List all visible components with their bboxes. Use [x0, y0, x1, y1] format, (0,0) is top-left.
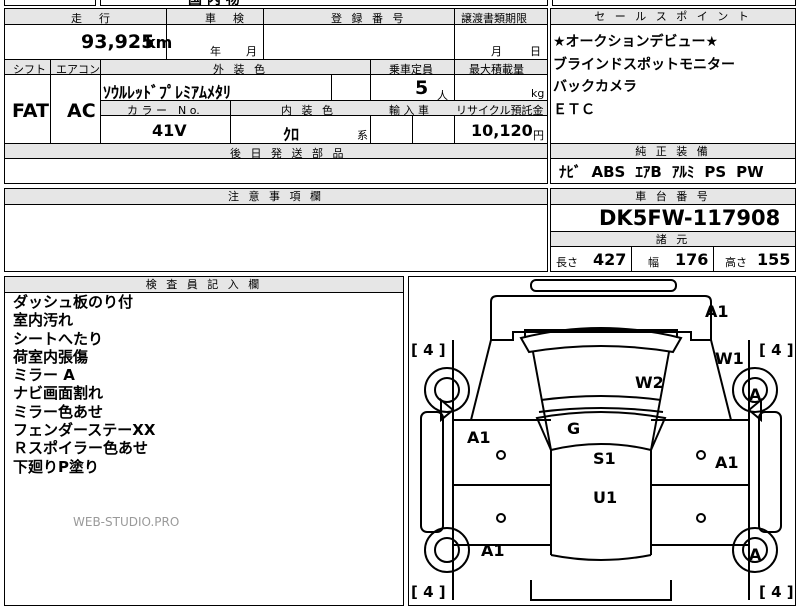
inspector-header: 検 査 員 記 入 欄: [5, 277, 403, 293]
equipment-item: PS: [704, 163, 727, 181]
top-strip: 国 内 物: [0, 0, 800, 8]
damage-mark: S1: [593, 449, 616, 468]
notes-header: 注 意 事 項 欄: [5, 189, 547, 205]
mileage-unit: km: [145, 33, 173, 52]
max-load-unit: kg: [531, 87, 545, 100]
width-label: 幅: [648, 256, 659, 269]
interior-color-label: 内 装 色: [281, 104, 336, 117]
parts-label: 後 日 発 送 部 品: [230, 147, 347, 160]
specs-header: 諸 元: [551, 232, 795, 247]
inspection-month-unit: 月: [246, 45, 257, 58]
tire-mark: [ 4 ]: [411, 583, 446, 601]
damage-mark: A: [749, 385, 762, 404]
sales-points-list: ★オークションデビュー★ ブラインドスポットモニター バックカメラ ＥＴＣ: [553, 31, 735, 121]
tire-mark: [ 4 ]: [411, 341, 446, 359]
notes-box: 注 意 事 項 欄: [4, 188, 548, 272]
equipment-item: ｱﾙﾐ: [671, 163, 695, 181]
length-value: 427: [593, 250, 627, 269]
tire-mark: [ 4 ]: [759, 583, 794, 601]
shift-value: FAT: [12, 100, 49, 122]
sales-point-item: ブラインドスポットモニター: [553, 56, 735, 73]
sales-points-box: セ ー ル ス ポ イ ン ト ★オークションデビュー★ ブラインドスポットモニ…: [550, 8, 796, 184]
damage-mark: A1: [715, 453, 739, 472]
car-diagram-box: A1 W1 W2 A G A1 A1 S1 U1 A1 A [ 4 ] [ 4 …: [408, 276, 796, 606]
inspector-list: ダッシュ板のり付 室内汚れ シートへたり 荷室内張傷 ミラー A ナビ画面割れ …: [13, 293, 155, 476]
recycle-fee-unit: 円: [533, 129, 544, 142]
inspector-item: 室内汚れ: [13, 311, 74, 330]
damage-mark: U1: [593, 488, 618, 507]
equipment-item: PW: [736, 163, 764, 181]
interior-color-unit: 系: [357, 129, 368, 142]
shift-label: シフト: [13, 63, 46, 76]
damage-mark: A1: [481, 541, 505, 560]
sales-point-item: ★オークションデビュー★: [553, 34, 719, 50]
inspector-item: Ｒスポイラー色あせ: [13, 439, 149, 458]
inspector-item: シートへたり: [13, 329, 104, 348]
inspector-item: フェンダーステーXX: [13, 421, 156, 440]
chassis-number: DK5FW-117908: [599, 206, 781, 230]
transfer-month-unit: 月: [491, 45, 502, 58]
interior-color-value: ｸﾛ: [283, 125, 300, 144]
vehicle-info-box: 走 行 車 検 登 録 番 号 譲渡書類期限 93,925 km 年 月 月 日…: [4, 8, 548, 184]
inspector-item: 下廻りP塗り: [13, 457, 99, 476]
length-label: 長さ: [556, 256, 578, 269]
sales-point-item: バックカメラ: [553, 79, 637, 95]
equipment-item: ABS: [591, 163, 626, 181]
capacity-label: 乗車定員: [389, 63, 433, 76]
damage-mark: A1: [705, 302, 729, 321]
watermark: WEB-STUDIO.PRO: [73, 515, 180, 529]
tire-mark: [ 4 ]: [759, 341, 794, 359]
capacity-value: 5: [415, 77, 429, 99]
max-load-label: 最大積載量: [469, 63, 524, 76]
equipment-header: 純 正 装 備: [551, 144, 795, 159]
chassis-box: 車 台 番 号 DK5FW-117908 諸 元 長さ 427 幅 176 高さ…: [550, 188, 796, 272]
height-label: 高さ: [725, 256, 747, 269]
damage-mark: G: [567, 419, 581, 438]
color-no-value: 41V: [152, 121, 187, 140]
inspection-label: 車 検: [205, 12, 247, 25]
equipment-item: ﾅﾋﾞ: [559, 163, 582, 181]
transfer-deadline-label: 譲渡書類期限: [461, 12, 527, 25]
damage-mark: W1: [715, 349, 744, 368]
mileage-value: 93,925: [81, 31, 155, 53]
width-value: 176: [675, 250, 709, 269]
recycle-fee-value: 10,120: [471, 121, 533, 140]
inspector-item: ミラー色あせ: [13, 402, 104, 421]
damage-mark: A1: [467, 428, 491, 447]
aircon-label: エアコン: [56, 63, 100, 76]
registration-label: 登 録 番 号: [331, 12, 407, 25]
recycle-fee-label: リサイクル預託金: [456, 104, 544, 117]
damage-mark: A: [749, 545, 762, 564]
equipment-list: ﾅﾋﾞ ABS ｴｱB ｱﾙﾐ PS PW: [559, 161, 764, 182]
sales-points-header: セ ー ル ス ポ イ ン ト: [551, 9, 795, 25]
inspector-item: ナビ画面割れ: [13, 384, 104, 403]
color-no-label: カ ラ ー N o.: [127, 104, 200, 117]
inspector-item: ダッシュ板のり付: [13, 293, 134, 311]
inspector-box: 検 査 員 記 入 欄 ダッシュ板のり付 室内汚れ シートへたり 荷室内張傷 ミ…: [4, 276, 404, 606]
damage-mark: W2: [635, 373, 664, 392]
inspector-item: ミラー A: [13, 366, 75, 385]
inspector-item: 荷室内張傷: [13, 347, 89, 366]
equipment-item: ｴｱB: [635, 163, 662, 181]
transfer-day-unit: 日: [530, 45, 541, 58]
chassis-header: 車 台 番 号: [551, 189, 795, 205]
mileage-label: 走 行: [71, 12, 113, 25]
sales-point-item: ＥＴＣ: [553, 101, 595, 118]
height-value: 155: [757, 250, 791, 269]
inspection-year-unit: 年: [210, 45, 221, 58]
aircon-value: AC: [67, 100, 96, 122]
import-label: 輸 入 車: [389, 104, 429, 117]
exterior-color-label: 外 装 色: [213, 63, 268, 76]
